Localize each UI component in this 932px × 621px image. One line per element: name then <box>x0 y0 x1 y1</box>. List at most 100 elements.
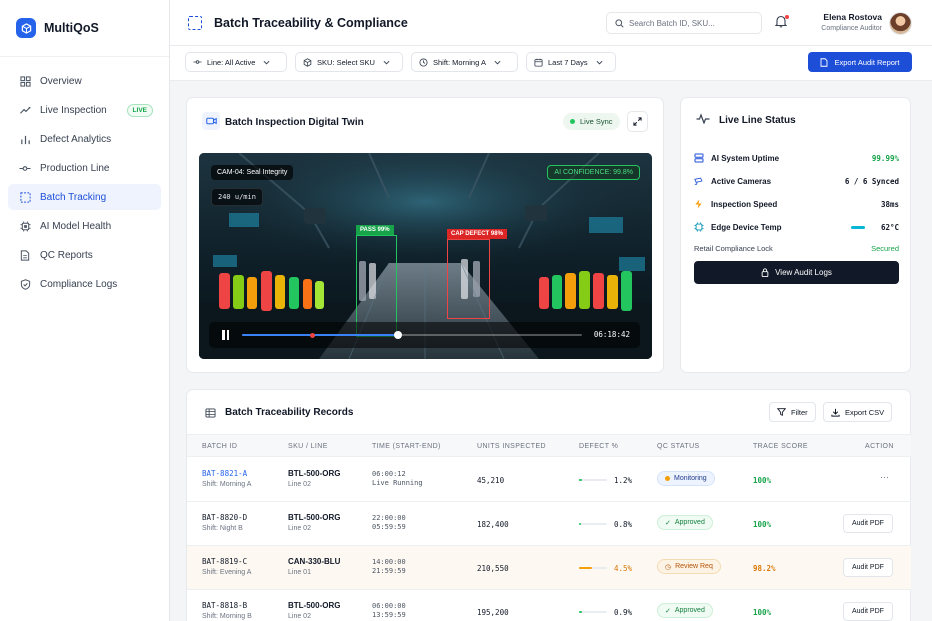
sidebar-item-label: Defect Analytics <box>40 133 112 145</box>
sku-filter-dropdown[interactable]: SKU: Select SKU <box>295 52 403 72</box>
table-row[interactable]: BAT-8819-C Shift: Evening A CAN-330-BLU … <box>187 546 911 590</box>
filter-button[interactable]: Filter <box>769 402 816 422</box>
export-csv-button[interactable]: Export CSV <box>823 402 893 422</box>
table-row[interactable]: BAT-8820-D Shift: Night B BTL-500-ORG Li… <box>187 502 911 546</box>
column-header[interactable]: TRACE SCORE <box>753 443 808 450</box>
view-audit-logs-button[interactable]: View Audit Logs <box>694 261 899 284</box>
pause-icon[interactable] <box>222 330 229 340</box>
server-icon <box>694 153 704 163</box>
time-cell: 06:00:12 Live Running <box>372 470 423 488</box>
page-title: Batch Traceability & Compliance <box>214 15 408 30</box>
defect-marker[interactable] <box>310 332 315 338</box>
compliance-lock-row: Retail Compliance Lock Secured <box>694 244 899 253</box>
sidebar-item-label: Production Line <box>40 162 110 174</box>
column-header[interactable]: TIME (START-END) <box>372 443 441 450</box>
sidebar-item-ai-model-health[interactable]: AI Model Health <box>8 213 161 239</box>
check-icon: ✓ <box>665 519 671 527</box>
brand[interactable]: MultiQoS <box>0 0 169 57</box>
trace-score: 100% <box>753 608 772 617</box>
column-header[interactable]: QC STATUS <box>657 443 700 450</box>
batch-id-link[interactable]: BAT-8819-C <box>202 557 251 566</box>
pipeline-icon <box>193 58 202 66</box>
audit-pdf-button[interactable]: Audit PDF <box>843 602 893 621</box>
video-progress-fill <box>242 334 399 336</box>
table-row[interactable]: BAT-8821-A Shift: Morning A BTL-500-ORG … <box>187 458 911 502</box>
shift-filter-dropdown[interactable]: Shift: Morning A <box>411 52 518 72</box>
sku-cell: BTL-500-ORG Line 02 <box>288 601 340 620</box>
status-label: Edge Device Temp <box>711 222 782 232</box>
sidebar-item-label: Live Inspection <box>40 104 107 116</box>
column-header[interactable]: ACTION <box>865 443 894 450</box>
batch-id-link[interactable]: BAT-8821-A <box>202 469 251 478</box>
time-cell: 22:00:00 05:59:59 <box>372 514 406 532</box>
temperature-bar <box>850 225 865 229</box>
digital-twin-card: Batch Inspection Digital Twin Live Sync <box>186 97 664 373</box>
sidebar-item-defect-analytics[interactable]: Defect Analytics <box>8 126 161 152</box>
line-filter-dropdown[interactable]: Line: All Active <box>185 52 287 72</box>
scrubber-handle[interactable] <box>394 331 403 339</box>
pulse-icon <box>696 113 710 127</box>
audit-pdf-button[interactable]: Audit PDF <box>843 558 893 577</box>
start-time: 06:00:00 <box>372 602 406 610</box>
avatar[interactable] <box>889 12 912 35</box>
time-cell: 06:00:00 13:59:59 <box>372 602 406 620</box>
export-csv-label: Export CSV <box>845 407 885 417</box>
sidebar: MultiQoS Overview Live Inspection LIVE D… <box>0 0 170 621</box>
batch-id-link[interactable]: BAT-8820-D <box>202 513 247 522</box>
user-role: Compliance Auditor <box>821 25 882 32</box>
audit-pdf-button[interactable]: Audit PDF <box>843 514 893 533</box>
column-header[interactable]: UNITS INSPECTED <box>477 443 546 450</box>
notification-dot <box>785 15 789 19</box>
sku-label: BTL-500-ORG <box>288 469 341 478</box>
user-info[interactable]: Elena Rostova Compliance Auditor <box>810 12 882 32</box>
batch-id-cell: BAT-8819-C Shift: Evening A <box>202 557 251 576</box>
defect-detection-label: CAP DEFECT 98% <box>447 229 507 239</box>
sidebar-item-batch-tracking[interactable]: Batch Tracking <box>8 184 161 210</box>
sidebar-nav: Overview Live Inspection LIVE Defect Ana… <box>0 57 169 311</box>
export-audit-report-button[interactable]: Export Audit Report <box>808 52 912 72</box>
status-label: Inspection Speed <box>711 199 778 209</box>
video-camera-icon <box>202 112 220 130</box>
more-options-icon[interactable]: ··· <box>880 472 889 482</box>
inspection-video-feed[interactable]: CAM-04: Seal Integrity 240 u/min AI CONF… <box>199 153 652 359</box>
sku-cell: CAN-330-BLU Line 01 <box>288 557 340 576</box>
units-cell: 195,200 <box>477 608 509 617</box>
search-input[interactable]: Search Batch ID, SKU... <box>606 12 762 34</box>
batch-id-link[interactable]: BAT-8818-B <box>202 601 252 610</box>
video-progress-track[interactable] <box>242 331 582 339</box>
line-label: Line 02 <box>288 525 311 532</box>
line-label: Line 02 <box>288 481 311 488</box>
defect-bar-fill <box>579 611 582 613</box>
status-value: 62°C <box>880 222 899 232</box>
table-row[interactable]: BAT-8818-B Shift: Morning B BTL-500-ORG … <box>187 590 911 621</box>
sidebar-item-compliance-logs[interactable]: Compliance Logs <box>8 271 161 297</box>
video-timecode: 06:18:42 <box>593 330 630 339</box>
shift-label: Shift: Morning B <box>202 613 252 620</box>
column-header[interactable]: DEFECT % <box>579 443 618 450</box>
sidebar-item-production-line[interactable]: Production Line <box>8 155 161 181</box>
sidebar-item-live-inspection[interactable]: Live Inspection LIVE <box>8 97 161 123</box>
batch-id-cell: BAT-8821-A Shift: Morning A <box>202 469 251 488</box>
chevron-down-icon <box>383 60 390 65</box>
status-row-uptime: AI System Uptime 99.99% <box>694 151 899 165</box>
trace-score: 98.2% <box>753 564 776 573</box>
start-time: 22:00:00 <box>372 514 406 522</box>
line-label: Line 02 <box>288 613 311 620</box>
defect-bar-fill <box>579 523 582 525</box>
batch-id-cell: BAT-8818-B Shift: Morning B <box>202 601 252 620</box>
end-time: 05:59:59 <box>372 523 406 532</box>
camera-icon <box>694 176 704 186</box>
live-sync-badge[interactable]: Live Sync <box>563 113 620 130</box>
filter-label: Filter <box>791 407 808 417</box>
line-filter-label: Line: All Active <box>207 57 256 67</box>
records-title: Batch Traceability Records <box>225 407 354 418</box>
camera-label: CAM-04: Seal Integrity <box>211 165 294 180</box>
column-header[interactable]: SKU / LINE <box>288 443 328 450</box>
column-header[interactable]: BATCH ID <box>202 443 237 450</box>
status-row-temp: Edge Device Temp 62°C <box>694 220 899 234</box>
sidebar-item-overview[interactable]: Overview <box>8 68 161 94</box>
sidebar-item-label: Overview <box>40 75 82 87</box>
date-range-dropdown[interactable]: Last 7 Days <box>526 52 616 72</box>
expand-icon[interactable] <box>627 111 648 132</box>
sidebar-item-qc-reports[interactable]: QC Reports <box>8 242 161 268</box>
